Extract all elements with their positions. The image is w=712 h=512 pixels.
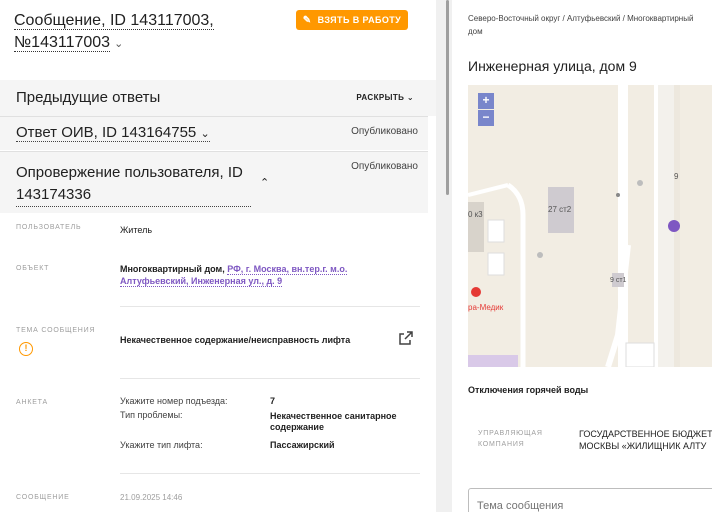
map[interactable]: 27 ст2 9 ст1 9 0 к3 ра-Медик + − (468, 85, 712, 367)
map-label: 9 ст1 (610, 277, 627, 284)
panel-divider (436, 0, 452, 512)
refutation-status: Опубликовано (351, 161, 418, 172)
message-title[interactable]: Сообщение, ID 143117003, №143117003 ⌄ (14, 10, 214, 55)
external-link-icon[interactable] (398, 330, 414, 346)
management-company-label: УПРАВЛЯЮЩАЯ КОМПАНИЯ (478, 430, 543, 448)
survey-answer: Пассажирский (270, 440, 335, 450)
previous-answers-header: Предыдущие ответы РАСКРЫТЬ ⌄ (0, 80, 436, 116)
zoom-out-button[interactable]: − (478, 110, 494, 126)
divider (120, 306, 420, 307)
take-to-work-label: ВЗЯТЬ В РАБОТУ (317, 15, 402, 25)
object-value: Многоквартирный дом, РФ, г. Москва, вн.т… (120, 263, 420, 287)
user-label: ПОЛЬЗОВАТЕЛЬ (16, 224, 82, 231)
user-value: Житель (120, 225, 153, 235)
message-title-line2[interactable]: №143117003 (14, 34, 111, 52)
divider (120, 378, 420, 379)
survey-question: Укажите тип лифта: (120, 440, 203, 450)
breadcrumb: Северо-Восточный округ / Алтуфьевский / … (468, 14, 694, 36)
message-label: СООБЩЕНИЕ (16, 494, 70, 501)
survey-answer: Некачественное санитарное содержание (270, 411, 397, 432)
object-address-link-1[interactable]: РФ, г. Москва, вн.тер.г. м.о. (227, 264, 348, 275)
address-title: Инженерная улица, дом 9 (468, 58, 637, 74)
topic-label: ТЕМА СООБЩЕНИЯ (16, 327, 96, 334)
survey-question: Тип проблемы: (120, 410, 183, 420)
object-panel: Северо-Восточный округ / Алтуфьевский / … (452, 0, 712, 512)
previous-answers-title: Предыдущие ответы (16, 89, 161, 106)
pencil-icon: ✎ (302, 14, 312, 26)
map-label: 0 к3 (468, 210, 483, 219)
map-label: 9 (674, 172, 679, 181)
divider (120, 473, 420, 474)
map-canvas (468, 85, 712, 367)
map-label: 27 ст2 (548, 205, 572, 214)
answer-title[interactable]: Ответ ОИВ, ID 143164755 ⌄ (16, 124, 210, 142)
chevron-up-icon[interactable]: ⌃ (260, 176, 269, 189)
scrollbar-thumb[interactable] (446, 0, 449, 195)
message-title-line1[interactable]: Сообщение, ID 143117003, (14, 12, 214, 30)
zoom-in-button[interactable]: + (478, 93, 494, 109)
object-label: ОБЪЕКТ (16, 265, 50, 272)
warning-icon: ! (19, 342, 33, 356)
subject-input[interactable] (468, 488, 712, 512)
expand-button[interactable]: РАСКРЫТЬ ⌄ (356, 93, 414, 102)
chevron-down-icon: ⌄ (406, 93, 414, 102)
chevron-down-icon[interactable]: ⌄ (114, 38, 123, 50)
survey-answer: 7 (270, 396, 276, 406)
survey-question: Укажите номер подъезда: (120, 396, 228, 406)
chevron-down-icon: ⌄ (200, 128, 210, 140)
outage-title: Отключения горячей воды (468, 385, 589, 395)
map-label: ра-Медик (468, 303, 504, 312)
management-company-value: ГОСУДАРСТВЕННОЕ БЮДЖЕТ МОСКВЫ «ЖИЛИЩНИК … (579, 429, 712, 451)
refutation-title[interactable]: Опровержение пользователя, ID 143174336 (16, 162, 251, 207)
refutation-item[interactable]: Опровержение пользователя, ID 143174336 … (0, 151, 428, 213)
survey-label: АНКЕТА (16, 399, 48, 406)
topic-value: Некачественное содержание/неисправность … (120, 335, 351, 345)
answer-item[interactable]: Ответ ОИВ, ID 143164755 ⌄ Опубликовано (0, 116, 428, 150)
take-to-work-button[interactable]: ✎ ВЗЯТЬ В РАБОТУ (296, 10, 408, 30)
message-panel: Сообщение, ID 143117003, №143117003 ⌄ ✎ В… (0, 0, 436, 512)
object-address-link-2[interactable]: Алтуфьевский, Инженерная ул., д. 9 (120, 276, 283, 287)
message-date: 21.09.2025 14:46 (120, 493, 183, 502)
object-type: Многоквартирный дом, (120, 264, 225, 274)
answer-status: Опубликовано (351, 126, 418, 137)
